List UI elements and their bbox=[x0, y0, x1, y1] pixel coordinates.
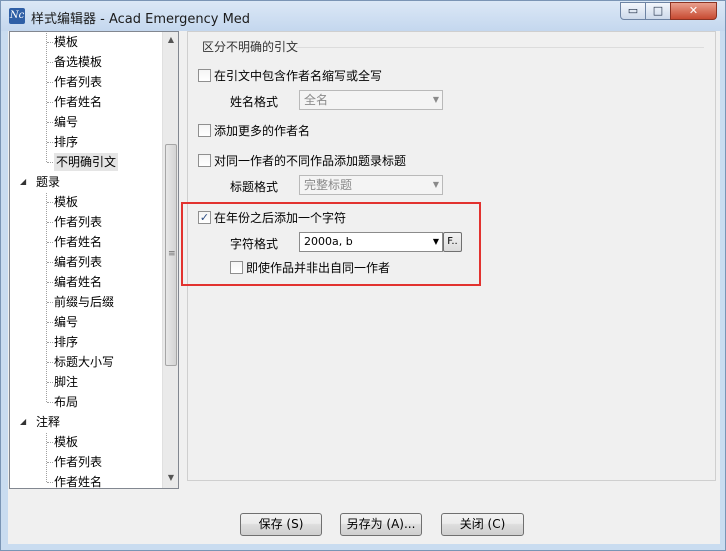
tree-item[interactable]: 模板 bbox=[54, 433, 78, 451]
tree-connector bbox=[47, 462, 53, 463]
tree-item[interactable]: 编号 bbox=[54, 313, 78, 331]
save-button[interactable]: 保存 (S) bbox=[240, 513, 322, 536]
tree-item[interactable]: 排序 bbox=[54, 333, 78, 351]
maximize-button[interactable]: □ bbox=[645, 2, 671, 20]
tree-connector bbox=[47, 162, 53, 163]
tree-item[interactable]: 作者姓名 bbox=[54, 93, 102, 111]
add-title-label: 对同一作者的不同作品添加题录标题 bbox=[214, 154, 407, 168]
expand-arrow-icon[interactable]: ◢ bbox=[20, 413, 30, 431]
section-divider bbox=[296, 47, 704, 48]
section-title: 区分不明确的引文 bbox=[202, 40, 299, 54]
tree-connector bbox=[47, 42, 53, 43]
close-window-button[interactable]: ✕ bbox=[670, 2, 717, 20]
tree-connector bbox=[47, 62, 53, 63]
tree-item[interactable]: 标题大小写 bbox=[54, 353, 114, 371]
chevron-down-icon: ▼ bbox=[432, 237, 439, 246]
title-format-label: 标题格式 bbox=[230, 180, 279, 194]
include-initials-checkbox[interactable] bbox=[198, 69, 211, 82]
dialog-client-area: ▲ ≡ ▼ 模板 备选模板 作者列表 作者姓名 编号 排序 不明确引文 ◢ 题录 模板 作者列表 作者… bbox=[8, 31, 720, 544]
tree-item[interactable]: 作者列表 bbox=[54, 213, 102, 231]
tree-connector bbox=[47, 402, 53, 403]
tree-item[interactable]: 备选模板 bbox=[54, 53, 102, 71]
tree-item[interactable]: 作者列表 bbox=[54, 73, 102, 91]
scroll-down-arrow-icon[interactable]: ▼ bbox=[163, 470, 178, 486]
tree-connector bbox=[47, 382, 53, 383]
scroll-up-arrow-icon[interactable]: ▲ bbox=[163, 32, 178, 48]
tree-connector bbox=[47, 82, 53, 83]
ambiguous-citations-panel: 区分不明确的引文 在引文中包含作者名缩写或全写 姓名格式 全名 ▼ 添加更多的作… bbox=[181, 31, 716, 481]
save-as-button[interactable]: 另存为 (A)... bbox=[340, 513, 422, 536]
add-title-checkbox[interactable] bbox=[198, 154, 211, 167]
tree-item[interactable]: 编者列表 bbox=[54, 253, 102, 271]
tree-item[interactable]: 作者姓名 bbox=[54, 233, 102, 251]
style-editor-window: Nc 样式编辑器 - Acad Emergency Med ▭ □ ✕ ▲ ≡ … bbox=[0, 0, 726, 551]
add-more-authors-checkbox[interactable] bbox=[198, 124, 211, 137]
even-if-not-same-author-checkbox[interactable] bbox=[230, 261, 243, 274]
close-button[interactable]: 关闭 (C) bbox=[441, 513, 524, 536]
tree-item[interactable]: 不明确引文 bbox=[54, 153, 119, 171]
window-title: 样式编辑器 - Acad Emergency Med bbox=[31, 12, 251, 27]
name-format-value: 全名 bbox=[304, 93, 329, 107]
tree-connector bbox=[47, 342, 53, 343]
tree-item[interactable]: 模板 bbox=[54, 193, 78, 211]
tree-guide-line bbox=[46, 433, 47, 482]
name-format-label: 姓名格式 bbox=[230, 95, 279, 109]
tree-connector bbox=[47, 482, 53, 483]
even-if-not-same-author-label: 即使作品并非出自同一作者 bbox=[246, 261, 391, 275]
tree-connector bbox=[47, 442, 53, 443]
tree-item[interactable]: 编号 bbox=[54, 113, 78, 131]
tree-item[interactable]: 排序 bbox=[54, 133, 78, 151]
scrollbar-thumb[interactable]: ≡ bbox=[165, 144, 177, 366]
title-format-dropdown[interactable]: 完整标题 ▼ bbox=[299, 175, 443, 195]
tree-connector bbox=[47, 102, 53, 103]
char-format-label: 字符格式 bbox=[230, 237, 279, 251]
tree-item[interactable]: 作者姓名 bbox=[54, 473, 102, 488]
tree-item[interactable]: 脚注 bbox=[54, 373, 78, 391]
char-format-value: 2000a, b bbox=[304, 235, 353, 248]
tree-scrollbar[interactable]: ▲ ≡ ▼ bbox=[162, 32, 178, 488]
tree-connector bbox=[47, 222, 53, 223]
tree-connector bbox=[47, 302, 53, 303]
title-bar: Nc 样式编辑器 - Acad Emergency Med ▭ □ ✕ bbox=[1, 1, 725, 31]
tree-connector bbox=[47, 262, 53, 263]
char-format-dropdown[interactable]: 2000a, b ▼ bbox=[299, 232, 443, 252]
tree-guide-line bbox=[46, 193, 47, 402]
char-format-font-button[interactable]: F.. bbox=[443, 232, 462, 252]
grip-icon: ≡ bbox=[168, 249, 176, 259]
tree-item[interactable]: 作者列表 bbox=[54, 453, 102, 471]
add-char-label: 在年份之后添加一个字符 bbox=[214, 211, 347, 225]
minimize-button[interactable]: ▭ bbox=[620, 2, 646, 20]
app-icon: Nc bbox=[9, 8, 25, 24]
tree-connector bbox=[47, 322, 53, 323]
tree-item[interactable]: 模板 bbox=[54, 33, 78, 51]
tree-connector bbox=[47, 122, 53, 123]
chevron-down-icon: ▼ bbox=[432, 180, 439, 189]
tree-item[interactable]: 布局 bbox=[54, 393, 78, 411]
tree-guide-line bbox=[46, 33, 47, 162]
tree-connector bbox=[47, 362, 53, 363]
expand-arrow-icon[interactable]: ◢ bbox=[20, 173, 30, 191]
tree-item[interactable]: 前缀与后缀 bbox=[54, 293, 114, 311]
tree-group-item[interactable]: 注释 bbox=[36, 413, 60, 431]
include-initials-label: 在引文中包含作者名缩写或全写 bbox=[214, 69, 383, 83]
chevron-down-icon: ▼ bbox=[432, 95, 439, 104]
style-tree-view[interactable]: ▲ ≡ ▼ 模板 备选模板 作者列表 作者姓名 编号 排序 不明确引文 ◢ 题录 模板 作者列表 作者… bbox=[9, 31, 179, 489]
tree-connector bbox=[47, 282, 53, 283]
add-more-authors-label: 添加更多的作者名 bbox=[214, 124, 311, 138]
tree-connector bbox=[47, 142, 53, 143]
tree-group-item[interactable]: 题录 bbox=[36, 173, 60, 191]
title-format-value: 完整标题 bbox=[304, 178, 353, 192]
tree-item[interactable]: 编者姓名 bbox=[54, 273, 102, 291]
name-format-dropdown[interactable]: 全名 ▼ bbox=[299, 90, 443, 110]
tree-connector bbox=[47, 202, 53, 203]
add-char-checkbox[interactable]: ✓ bbox=[198, 211, 211, 224]
tree-connector bbox=[47, 242, 53, 243]
